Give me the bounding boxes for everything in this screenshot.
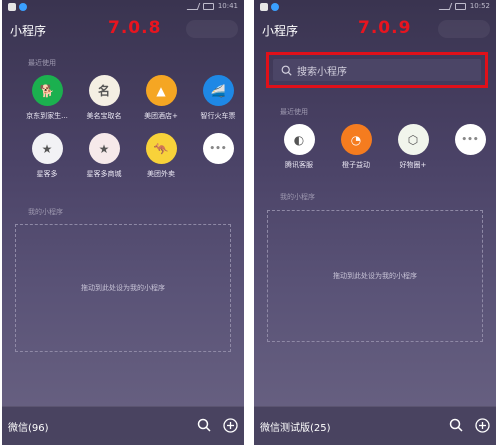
signal-icon (186, 2, 201, 10)
mini-program-item[interactable]: ▲ 美团酒店+ (136, 75, 186, 121)
mini-program-label: 橙子益动 (342, 161, 370, 169)
page-title: 小程序 (10, 24, 47, 38)
recent-section-label: 最近使用 (28, 59, 56, 67)
notification-app-icon (8, 3, 16, 11)
panel-version-708: 10:41 小程序 7.0.8 最近使用 🐕 京东到家生... 名美名宝取名 ▲ 美团酒… (2, 0, 244, 445)
search-input[interactable]: 搜索小程序 (273, 59, 481, 81)
notification-app-icon (260, 3, 268, 11)
status-time: 10:52 (469, 2, 490, 10)
zhixing-train-icon: 🚄 (202, 75, 234, 106)
mini-program-item[interactable]: 🦘 美团外卖 (136, 133, 186, 179)
chengzi-icon: ◔ (340, 124, 372, 155)
dropzone-hint: 拖动到此处设为我的小程序 (333, 272, 417, 280)
account-name[interactable]: 微信测试版(25) (260, 419, 331, 434)
mini-program-label: 智行火车票 (200, 112, 236, 120)
search-icon (281, 65, 292, 76)
mini-program-item[interactable]: ★ 星客多商城 (79, 133, 129, 179)
capsule-menu[interactable] (438, 20, 490, 38)
mini-program-label: 好物圈+ (399, 161, 427, 169)
mini-program-label: 美团酒店+ (144, 112, 178, 120)
more-icon: ••• (454, 124, 486, 155)
bottom-bar: 微信(96) (2, 406, 244, 445)
mini-program-item[interactable]: ◐ 腾讯客服 (274, 124, 324, 170)
search-placeholder: 搜索小程序 (297, 66, 347, 78)
my-mini-programs-dropzone[interactable]: 拖动到此处设为我的小程序 (15, 224, 231, 352)
mini-program-item[interactable]: 🐕 京东到家生... (22, 75, 72, 121)
mini-program-label: 星客多 (36, 170, 58, 178)
mini-program-item[interactable]: ★ 星客多 (22, 133, 72, 179)
recent-mini-programs-grid: ◐ 腾讯客服 ◔ 橙子益动 ⬡ 好物圈+ ••• (274, 124, 495, 170)
add-icon[interactable] (222, 417, 238, 433)
drop-app-icon (19, 3, 27, 11)
meiming-icon: 名 (88, 75, 120, 106)
search-icon[interactable] (448, 417, 464, 433)
my-mini-programs-label: 我的小程序 (280, 193, 315, 201)
battery-icon (454, 2, 466, 10)
mini-program-label: 美名宝取名 (86, 112, 122, 120)
tencent-service-icon: ◐ (283, 124, 315, 155)
my-mini-programs-dropzone[interactable]: 拖动到此处设为我的小程序 (267, 210, 483, 342)
mini-program-item[interactable]: ••• (193, 133, 243, 179)
mini-program-label: 腾讯客服 (285, 161, 313, 169)
search-highlight-frame: 搜索小程序 (266, 52, 488, 88)
mini-program-item[interactable]: ••• (445, 124, 495, 170)
panel-version-709: 10:52 小程序 7.0.9 搜索小程序 最近使用 ◐ 腾讯客服 ◔ 橙子益动 ⬡ 好物… (254, 0, 496, 445)
mini-program-label: 美团外卖 (147, 170, 175, 178)
capsule-menu[interactable] (186, 20, 238, 38)
dropzone-hint: 拖动到此处设为我的小程序 (81, 284, 165, 292)
bottom-bar: 微信测试版(25) (254, 406, 496, 445)
meituan-hotel-icon: ▲ (145, 75, 177, 106)
my-mini-programs-label: 我的小程序 (28, 208, 63, 216)
jd-daojia-icon: 🐕 (31, 75, 63, 106)
haowuquan-icon: ⬡ (397, 124, 429, 155)
recent-mini-programs-grid: 🐕 京东到家生... 名美名宝取名 ▲ 美团酒店+ 🚄 智行火车票 ★ 星客多 ★ 星客多商城 🦘 美团… (22, 75, 243, 179)
meituan-waimai-icon: 🦘 (145, 133, 177, 164)
account-name[interactable]: 微信(96) (8, 419, 49, 434)
xingkeduo-mall-icon: ★ (88, 133, 120, 164)
mini-program-item[interactable]: 🚄 智行火车票 (193, 75, 243, 121)
mini-program-item[interactable]: 名美名宝取名 (79, 75, 129, 121)
status-bar: 10:41 (2, 0, 244, 14)
add-icon[interactable] (474, 417, 490, 433)
more-icon: ••• (202, 133, 234, 164)
mini-program-item[interactable]: ◔ 橙子益动 (331, 124, 381, 170)
page-title: 小程序 (262, 24, 299, 38)
search-icon[interactable] (196, 417, 212, 433)
signal-icon (438, 2, 453, 10)
recent-section-label: 最近使用 (280, 108, 308, 116)
mini-program-label: 京东到家生... (26, 112, 68, 120)
version-label: 7.0.9 (358, 18, 412, 38)
status-bar: 10:52 (254, 0, 496, 14)
drop-app-icon (271, 3, 279, 11)
version-label: 7.0.8 (108, 18, 162, 38)
mini-program-label: 星客多商城 (86, 170, 122, 178)
xingkeduo-icon: ★ (31, 133, 63, 164)
battery-icon (202, 2, 214, 10)
status-time: 10:41 (217, 2, 238, 10)
mini-program-item[interactable]: ⬡ 好物圈+ (388, 124, 438, 170)
